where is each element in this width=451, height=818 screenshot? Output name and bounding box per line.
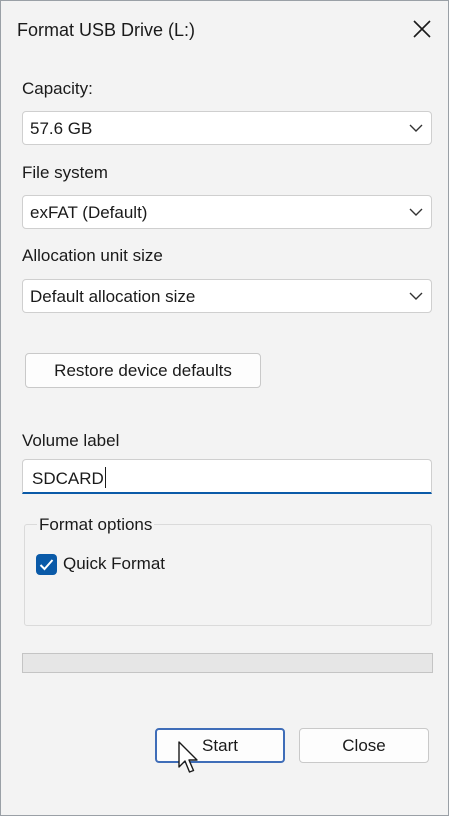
file-system-value: exFAT (Default) xyxy=(30,203,148,222)
chevron-down-icon xyxy=(409,124,423,132)
volume-label-input[interactable]: SDCARD xyxy=(22,459,432,494)
quick-format-checkbox[interactable] xyxy=(36,554,57,575)
capacity-value: 57.6 GB xyxy=(30,119,93,138)
capacity-label: Capacity: xyxy=(22,79,93,98)
close-button[interactable]: Close xyxy=(299,728,429,763)
restore-device-defaults-button[interactable]: Restore device defaults xyxy=(25,353,261,388)
file-system-label: File system xyxy=(22,163,108,182)
quick-format-label[interactable]: Quick Format xyxy=(63,554,165,574)
title-bar: Format USB Drive (L:) xyxy=(1,1,448,61)
text-caret xyxy=(104,467,106,488)
checkmark-icon xyxy=(39,559,54,571)
allocation-unit-value: Default allocation size xyxy=(30,287,196,306)
chevron-down-icon xyxy=(409,292,423,300)
chevron-down-icon xyxy=(409,208,423,216)
volume-label-label: Volume label xyxy=(22,431,120,450)
allocation-unit-dropdown[interactable]: Default allocation size xyxy=(22,279,432,313)
window-title: Format USB Drive (L:) xyxy=(17,20,196,40)
close-window-button[interactable] xyxy=(402,9,442,49)
file-system-dropdown[interactable]: exFAT (Default) xyxy=(22,195,432,229)
format-options-group xyxy=(24,524,432,626)
format-options-legend: Format options xyxy=(37,515,155,535)
start-button[interactable]: Start xyxy=(155,728,285,763)
format-progress-bar xyxy=(22,653,433,673)
volume-label-value: SDCARD xyxy=(32,469,104,488)
close-icon xyxy=(413,20,431,38)
capacity-dropdown[interactable]: 57.6 GB xyxy=(22,111,432,145)
allocation-unit-label: Allocation unit size xyxy=(22,246,163,265)
format-dialog: Format USB Drive (L:) Capacity: 57.6 GB … xyxy=(0,0,449,816)
